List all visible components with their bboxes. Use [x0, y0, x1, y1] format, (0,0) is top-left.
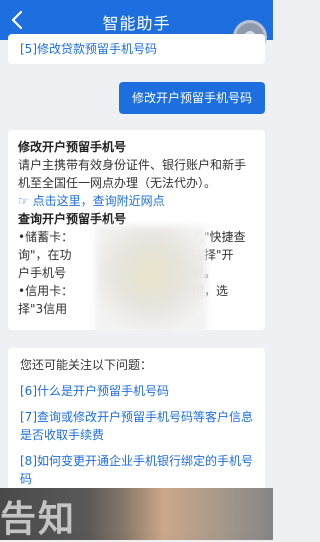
page-title: 智能助手	[102, 14, 171, 33]
nearby-branch-link[interactable]: ☞ 点击这里，查询附近网点	[18, 192, 256, 210]
suggestion-link-6[interactable]: [6]什么是开户预留手机号码	[20, 382, 256, 400]
user-message-bubble: 修改开户预留手机号码	[119, 82, 265, 114]
answer-body-modify: 请户主携带有效身份证件、银行账户和新手机至全国任一网点办理（无法代办）。	[18, 158, 247, 190]
overlay-caption: 告知	[0, 499, 77, 540]
step-line-5: 择"3信用	[18, 302, 68, 316]
suggestion-link-8[interactable]: [8]如何变更开通企业手机银行绑定的手机号码	[20, 452, 256, 488]
link-loan-phone[interactable]: [5]修改贷款预留手机号码	[20, 40, 157, 58]
suggestions-title: 您还可能关注以下问题：	[20, 358, 153, 372]
previous-answer-card: [5]修改贷款预留手机号码	[8, 34, 265, 64]
answer-title-modify: 修改开户预留手机号	[18, 140, 127, 154]
suggestion-link-7[interactable]: [7]查询或修改开户预留手机号码等客户信息是否收取手续费	[20, 408, 256, 444]
step-line-2: 询"，在功	[18, 248, 72, 262]
step-line-1: •储蓄卡：	[18, 230, 74, 244]
step-line-3: 户手机号	[18, 266, 67, 280]
blurred-redaction	[95, 225, 207, 333]
step-line-4: •信用卡：	[18, 284, 74, 298]
